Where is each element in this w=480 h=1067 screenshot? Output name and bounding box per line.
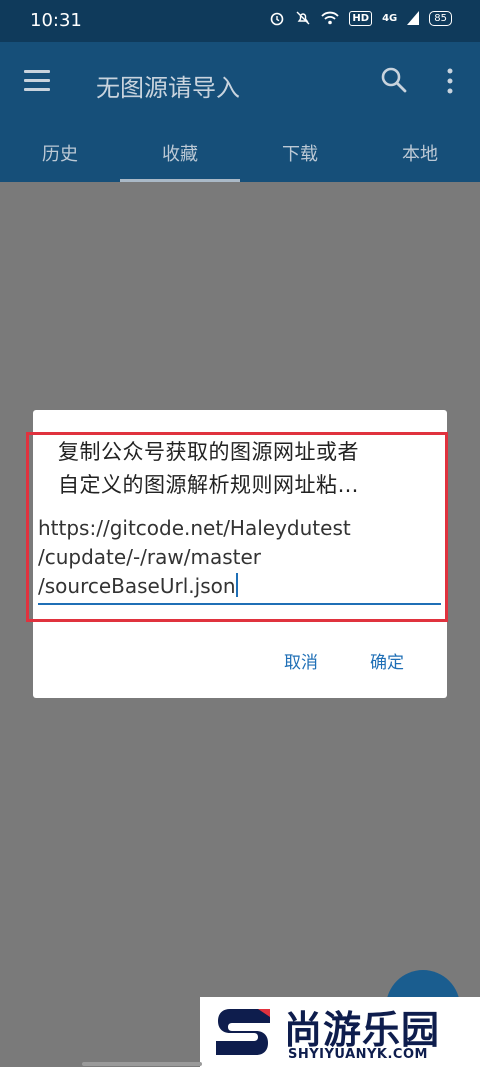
tab-bar: 历史 收藏 下载 本地 [0, 130, 480, 182]
ok-button[interactable]: 确定 [370, 648, 404, 673]
status-bar: 10:31 HD 4G 85 [0, 0, 480, 42]
tab-favorites[interactable]: 收藏 [120, 130, 240, 182]
mute-bell-icon [296, 11, 310, 25]
watermark-logo-icon [216, 1009, 270, 1055]
tab-local[interactable]: 本地 [360, 130, 480, 182]
url-input[interactable]: https://gitcode.net/Haleydutest /cupdate… [38, 514, 438, 601]
url-line-1: https://gitcode.net/Haleydutest [38, 516, 351, 540]
signal-label: 4G [382, 12, 398, 24]
watermark: 尚游乐园 SHYIYUANYK.COM [200, 997, 480, 1067]
signal-icon [407, 11, 420, 25]
url-line-3-wrap: /sourceBaseUrl.json [38, 572, 438, 601]
tab-downloads[interactable]: 下载 [240, 130, 360, 182]
watermark-name: 尚游乐园 [284, 1008, 441, 1052]
tab-history[interactable]: 历史 [0, 130, 120, 182]
wifi-icon [321, 11, 340, 25]
page-title: 无图源请导入 [96, 74, 240, 102]
url-line-3: /sourceBaseUrl.json [38, 574, 236, 598]
more-vert-icon[interactable] [440, 66, 460, 96]
menu-icon[interactable] [24, 70, 50, 92]
hd-badge: HD [349, 10, 373, 26]
status-icons: HD 4G 85 [269, 10, 452, 26]
app-bar: 无图源请导入 历史 收藏 下载 本地 [0, 42, 480, 182]
watermark-domain: SHYIYUANYK.COM [288, 1047, 428, 1062]
gesture-nav-bar [82, 1062, 202, 1066]
battery-icon: 85 [429, 10, 452, 26]
dialog-title-line2: 自定义的图源解析规则网址粘… [58, 473, 359, 497]
url-input-underline [38, 603, 441, 605]
cancel-button[interactable]: 取消 [284, 648, 318, 673]
search-icon[interactable] [380, 66, 408, 94]
alarm-icon [271, 12, 284, 26]
status-time: 10:31 [30, 10, 82, 31]
text-cursor [235, 573, 238, 597]
dialog-title: 复制公众号获取的图源网址或者 自定义的图源解析规则网址粘… [58, 436, 408, 502]
dialog-title-line1: 复制公众号获取的图源网址或者 [58, 440, 359, 464]
url-line-2: /cupdate/-/raw/master [38, 545, 261, 569]
